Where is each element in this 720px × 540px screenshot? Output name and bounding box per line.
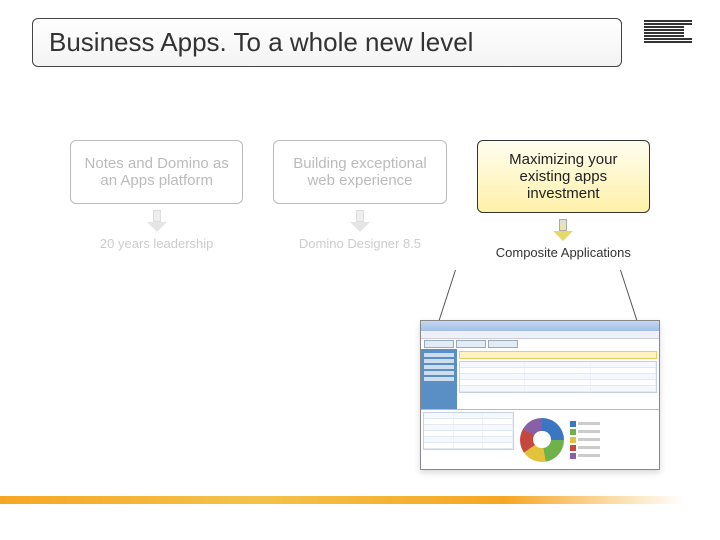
screenshot-chart-panel [516,410,659,469]
callout-line [438,270,456,324]
ibm-logo [644,20,692,43]
screenshot-table [459,361,657,393]
slide-title: Business Apps. To a whole new level [32,18,622,67]
column-2: Building exceptional web experience Domi… [273,140,446,260]
chart-legend [570,421,600,459]
arrow-down-icon [352,210,368,232]
screenshot-titlebar [421,321,659,331]
column-2-label: Domino Designer 8.5 [273,236,446,251]
column-1: Notes and Domino as an Apps platform 20 … [70,140,243,260]
pie-chart-icon [520,418,564,462]
screenshot-tabs [421,339,659,349]
column-3-box: Maximizing your existing apps investment [477,140,650,213]
columns-row: Notes and Domino as an Apps platform 20 … [70,140,650,260]
arrow-down-icon [555,219,571,241]
footer-accent-bar [0,496,720,504]
column-1-label: 20 years leadership [70,236,243,251]
callout-line [620,270,638,324]
column-1-box: Notes and Domino as an Apps platform [70,140,243,204]
screenshot-main [457,349,659,409]
column-2-box: Building exceptional web experience [273,140,446,204]
arrow-down-icon [149,210,165,232]
app-screenshot [420,320,660,470]
screenshot-toolbar [421,331,659,339]
column-3: Maximizing your existing apps investment… [477,140,650,260]
screenshot-sidebar [421,349,457,409]
column-3-label: Composite Applications [477,245,650,260]
screenshot-lower-table [421,410,516,469]
